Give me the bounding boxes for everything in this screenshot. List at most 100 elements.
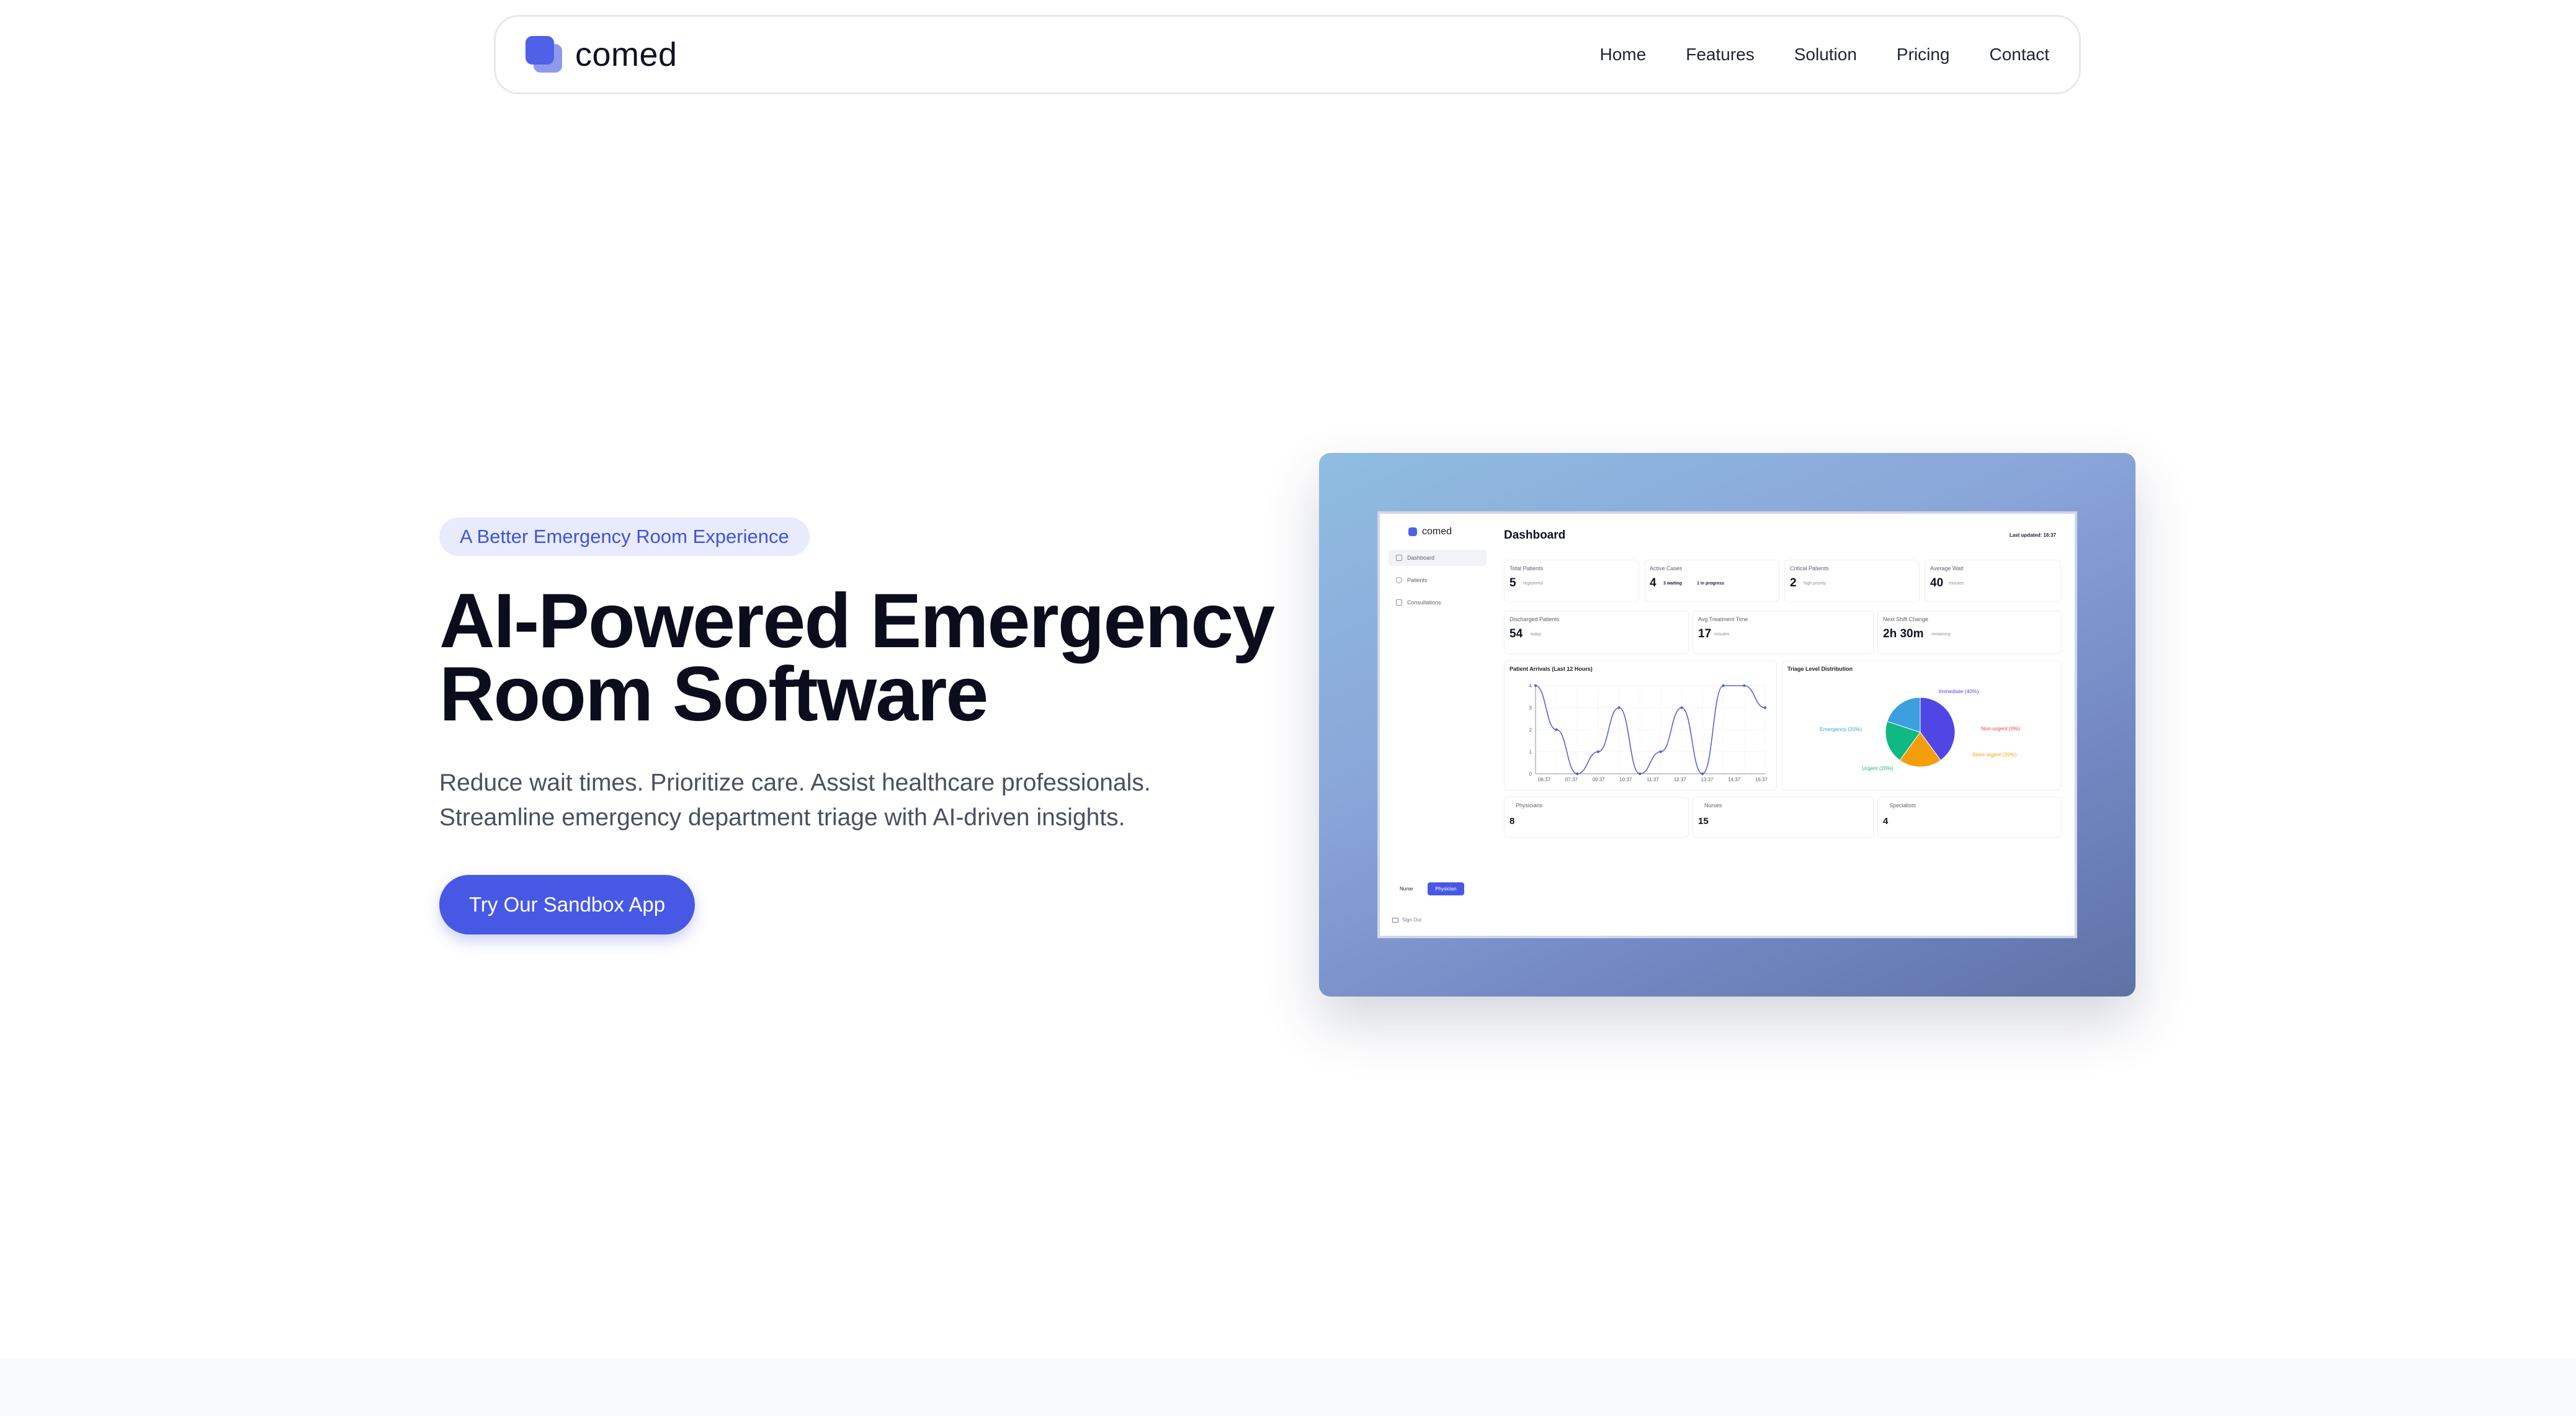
staff-nurses: Nurses 15 [1693, 797, 1874, 838]
stat-unit: minutes [1714, 632, 1730, 637]
stat-label: Next Shift Change [1883, 616, 1929, 622]
y-tick-label: 2 [1529, 727, 1532, 733]
x-tick-label: 07:37 [1565, 777, 1578, 782]
stat-value: 4 [1650, 576, 1657, 589]
logo-icon [525, 36, 563, 73]
staff-value: 8 [1509, 816, 1515, 827]
stat-value: 5 [1509, 576, 1516, 589]
stat-value: 17 [1698, 627, 1712, 640]
brand-name: comed [575, 36, 678, 73]
stat-label: Avg Treatment Time [1698, 616, 1748, 622]
nav-link-features[interactable]: Features [1686, 45, 1755, 65]
role-nurse-button[interactable]: Nurse [1392, 882, 1420, 895]
arrivals-data-point [1596, 750, 1600, 753]
stat-value: 2 [1790, 576, 1797, 589]
triage-distribution-chart: Immediate (40%) Non-urgent (0%) Semi-urgen… [1820, 688, 2020, 771]
x-tick-label: 06:37 [1538, 777, 1551, 782]
arrivals-data-point [1576, 772, 1579, 776]
sidebar-item-label: Dashboard [1407, 555, 1435, 561]
stat-unit: remaining [1931, 632, 1951, 637]
sign-out-link[interactable]: Sign Out [1392, 917, 1421, 923]
y-tick-label: 3 [1529, 706, 1532, 711]
y-tick-label: 4 [1529, 683, 1532, 689]
top-navbar: comed Home Features Solution Pricing Con… [494, 15, 2081, 94]
dashboard-sidebar: comed Dashboard Patients Consultations N… [1380, 514, 1498, 936]
dashboard-preview: comed Dashboard Patients Consultations N… [1377, 511, 2077, 938]
stat-label: Average Wait [1930, 565, 1964, 571]
pie-slice-label: Emergency (20%) [1820, 726, 1862, 732]
staff-value: 15 [1698, 816, 1709, 827]
staff-value: 4 [1883, 816, 1889, 827]
grid-icon [1396, 555, 1402, 561]
stat-avg-treatment-time: Avg Treatment Time 17 minutes [1693, 611, 1874, 654]
arrivals-data-point [1534, 684, 1537, 688]
arrivals-data-point [1555, 728, 1558, 732]
stat-label: Total Patients [1509, 565, 1544, 571]
stat-average-wait: Average Wait 40 minutes [1925, 560, 2061, 602]
patient-arrivals-chart: 0 1 2 3 4 06:37 07:37 09:37 10:37 11:37 12:37 13:37… [1529, 683, 1768, 782]
arrivals-data-point [1722, 684, 1725, 688]
message-icon [1396, 599, 1402, 606]
pie-slice-label: Non-urgent (0%) [1981, 725, 2020, 732]
staff-specialists: Specialists 4 [1877, 797, 2061, 838]
staff-label: Nurses [1704, 802, 1722, 809]
sidebar-item-patients[interactable]: Patients [1389, 572, 1487, 588]
pie-slice-label: Semi-urgent (20%) [1972, 751, 2017, 758]
stat-total-patients: Total Patients 5 registered [1504, 560, 1639, 602]
stat-unit: high priority [1804, 581, 1827, 586]
sidebar-item-label: Patients [1407, 577, 1428, 583]
pie-slice-label: Urgent (20%) [1862, 765, 1894, 771]
x-tick-label: 10:37 [1619, 777, 1632, 782]
hero-subtitle: Reduce wait times. Prioritize care. Assi… [439, 766, 1308, 835]
stat-unit: minutes [1949, 581, 1964, 586]
user-icon [1396, 577, 1402, 583]
y-tick-label: 0 [1529, 771, 1532, 777]
try-sandbox-button[interactable]: Try Our Sandbox App [439, 875, 695, 934]
sidebar-item-label: Consultations [1407, 599, 1441, 606]
hero-title-line2: Room Software [439, 652, 988, 737]
pie-slice-label: Immediate (40%) [1939, 688, 1979, 694]
arrivals-data-point [1701, 772, 1704, 776]
stat-label: Critical Patients [1790, 565, 1829, 571]
staff-label: Physicians [1516, 802, 1543, 809]
arrivals-data-point [1680, 706, 1683, 709]
dashboard-title: Dashboard [1504, 529, 1566, 542]
role-switcher: Nurse Physician [1392, 882, 1464, 895]
product-screenshot: comed Dashboard Patients Consultations N… [1319, 453, 2135, 997]
nav-link-home[interactable]: Home [1600, 45, 1647, 65]
staff-label: Specialists [1889, 802, 1916, 809]
hero-title: AI-Powered Emergency Room Software [439, 583, 1308, 733]
arrivals-data-point [1638, 772, 1642, 776]
triage-distribution-card: Triage Level Distribution Immediate (40%… [1782, 660, 2061, 791]
nav-links: Home Features Solution Pricing Contact [1600, 45, 2049, 65]
stat-next-shift-change: Next Shift Change 2h 30m remaining [1877, 611, 2061, 654]
sidebar-item-consultations[interactable]: Consultations [1389, 594, 1487, 611]
last-updated: Last updated: 16:37 [2009, 532, 2056, 538]
next-section-band [0, 1359, 2576, 1416]
mini-logo-icon [1408, 527, 1417, 536]
stat-value: 2h 30m [1883, 627, 1924, 640]
stat-unit: registered [1523, 581, 1543, 586]
stat-unit: 3 waiting [1663, 581, 1682, 586]
stat-label: Active Cases [1650, 565, 1683, 571]
stat-unit: today [1531, 632, 1542, 637]
stat-label: Discharged Patients [1509, 616, 1560, 622]
hero-badge: A Better Emergency Room Experience [439, 518, 810, 556]
staff-physicians: Physicians 8 [1504, 797, 1689, 838]
arrivals-data-point [1659, 750, 1663, 753]
nav-link-pricing[interactable]: Pricing [1897, 45, 1950, 65]
sidebar-item-dashboard[interactable]: Dashboard [1389, 550, 1487, 566]
sign-out-label: Sign Out [1402, 917, 1422, 923]
arrivals-data-point [1763, 706, 1767, 709]
stat-unit-secondary: 1 in progress [1697, 581, 1724, 586]
role-physician-button[interactable]: Physician [1428, 882, 1464, 895]
nav-link-solution[interactable]: Solution [1794, 45, 1857, 65]
stat-value: 54 [1509, 627, 1523, 640]
arrivals-data-point [1617, 706, 1621, 709]
brand[interactable]: comed [525, 35, 678, 74]
dashboard-brand-name: comed [1422, 526, 1452, 537]
x-tick-label: 11:37 [1647, 777, 1659, 782]
dashboard-brand: comed [1408, 526, 1452, 537]
nav-link-contact[interactable]: Contact [1990, 45, 2050, 65]
stat-critical-patients: Critical Patients 2 high priority [1784, 560, 1920, 602]
